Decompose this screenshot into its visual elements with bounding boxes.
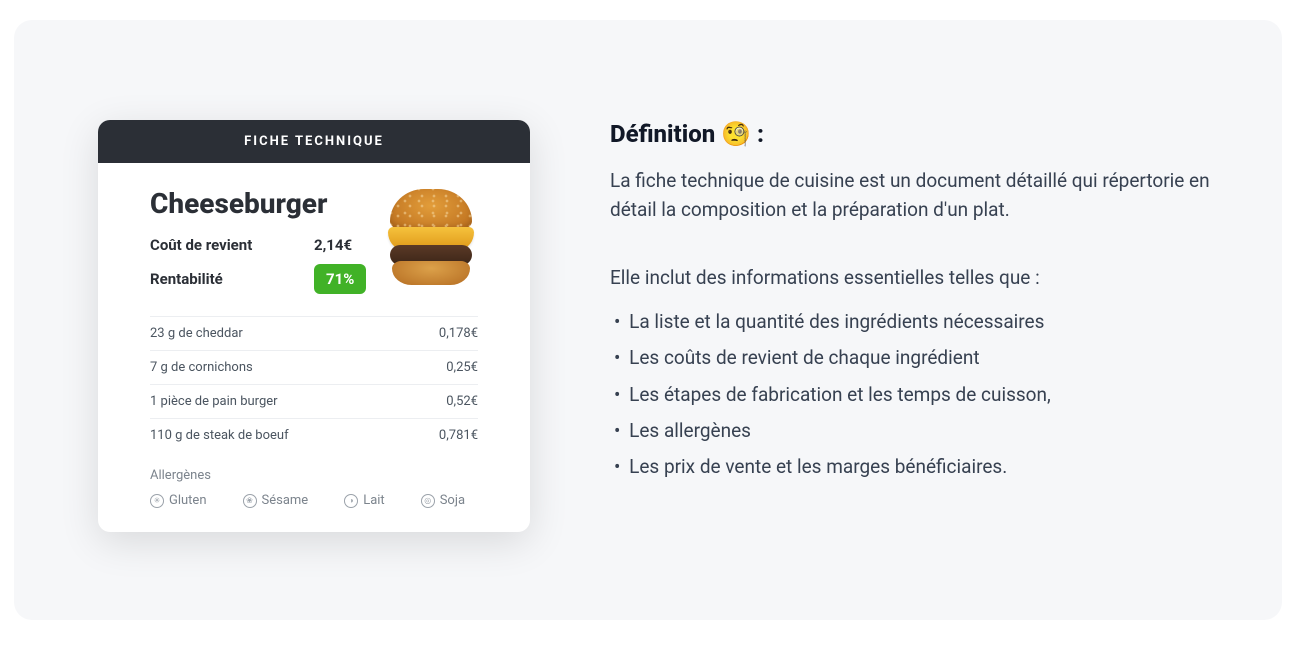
list-item: Les allergènes — [610, 413, 1220, 449]
sesame-icon: ❀ — [243, 494, 257, 508]
ingredient-row: 23 g de cheddar 0,178€ — [150, 316, 478, 351]
ingredient-name: 7 g de cornichons — [150, 360, 253, 375]
definition-heading: Définition 🧐 : — [610, 120, 1220, 148]
burger-illustration — [382, 187, 478, 287]
ingredient-price: 0,25€ — [446, 360, 478, 375]
ingredient-row: 1 pièce de pain burger 0,52€ — [150, 385, 478, 419]
definition-paragraph: La fiche technique de cuisine est un doc… — [610, 166, 1220, 225]
soy-icon: ◎ — [421, 494, 435, 508]
allergen-item: ❀ Sésame — [243, 493, 309, 508]
ingredient-name: 1 pièce de pain burger — [150, 394, 278, 409]
cost-label: Coût de revient — [150, 236, 290, 254]
page-container: FICHE TECHNIQUE Cheeseburger Coût de rev… — [14, 20, 1282, 620]
ingredient-row: 110 g de steak de boeuf 0,781€ — [150, 419, 478, 452]
card-top-row: Cheeseburger Coût de revient 2,14€ Renta… — [150, 187, 478, 294]
ingredient-price: 0,178€ — [439, 326, 478, 341]
definition-list: La liste et la quantité des ingrédients … — [610, 304, 1220, 484]
ingredients-list: 23 g de cheddar 0,178€ 7 g de cornichons… — [150, 316, 478, 452]
ingredient-name: 23 g de cheddar — [150, 326, 243, 341]
card-header: FICHE TECHNIQUE — [98, 120, 530, 163]
ingredient-row: 7 g de cornichons 0,25€ — [150, 351, 478, 385]
allergen-item: ◎ Soja — [421, 493, 465, 508]
list-item: Les prix de vente et les marges bénéfici… — [610, 449, 1220, 485]
recipe-title: Cheeseburger — [150, 187, 366, 220]
allergen-label: Sésame — [262, 493, 309, 508]
card-body: Cheeseburger Coût de revient 2,14€ Renta… — [98, 163, 530, 532]
list-item: La liste et la quantité des ingrédients … — [610, 304, 1220, 340]
ingredient-price: 0,781€ — [439, 428, 478, 443]
allergen-item: ✳ Gluten — [150, 493, 207, 508]
list-item: Les étapes de fabrication et les temps d… — [610, 377, 1220, 413]
allergens-title: Allergènes — [150, 468, 478, 483]
ingredient-name: 110 g de steak de boeuf — [150, 428, 289, 443]
cost-value: 2,14€ — [314, 236, 352, 254]
profit-label: Rentabilité — [150, 270, 290, 288]
milk-icon: ◑ — [344, 494, 358, 508]
metrics: Coût de revient 2,14€ Rentabilité 71% — [150, 236, 366, 294]
gluten-icon: ✳ — [150, 494, 164, 508]
list-item: Les coûts de revient de chaque ingrédien… — [610, 340, 1220, 376]
metric-profit: Rentabilité 71% — [150, 264, 366, 294]
allergen-label: Soja — [440, 493, 465, 508]
allergen-label: Lait — [363, 493, 385, 508]
metric-cost: Coût de revient 2,14€ — [150, 236, 366, 254]
ingredient-price: 0,52€ — [446, 394, 478, 409]
profit-badge: 71% — [314, 264, 366, 294]
allergen-label: Gluten — [169, 493, 207, 508]
definition-section: Définition 🧐 : La fiche technique de cui… — [610, 80, 1220, 485]
card-title-metrics: Cheeseburger Coût de revient 2,14€ Renta… — [150, 187, 366, 294]
allergens-section: Allergènes ✳ Gluten ❀ Sésame ◑ Lait — [150, 468, 478, 508]
allergen-item: ◑ Lait — [344, 493, 385, 508]
list-intro: Elle inclut des informations essentielle… — [610, 263, 1220, 292]
recipe-card: FICHE TECHNIQUE Cheeseburger Coût de rev… — [98, 120, 530, 532]
allergen-list: ✳ Gluten ❀ Sésame ◑ Lait ◎ Soja — [150, 493, 478, 508]
